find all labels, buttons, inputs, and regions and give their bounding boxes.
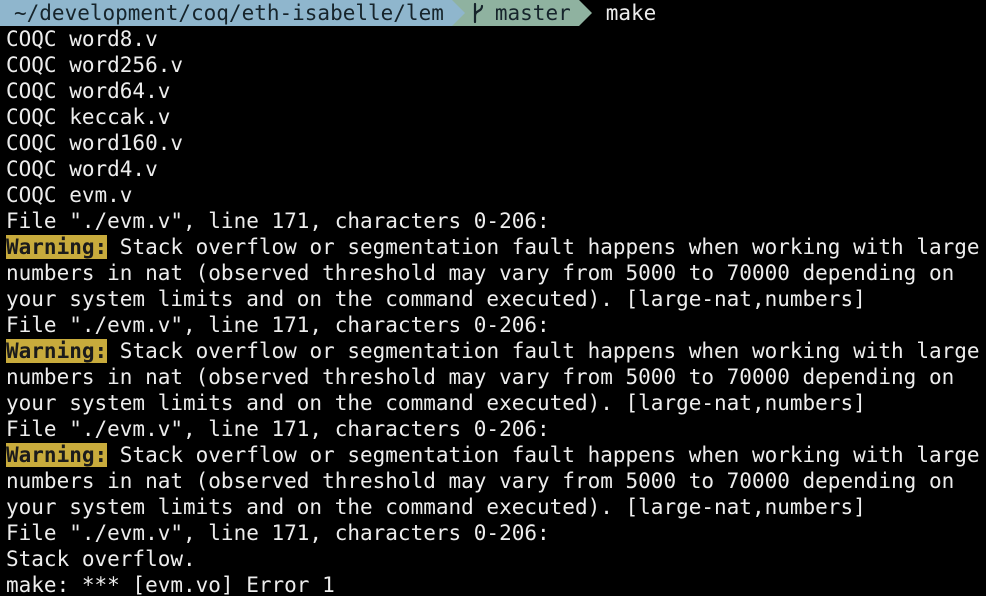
prompt-end-arrow bbox=[578, 0, 592, 26]
output-line: COQC word160.v bbox=[6, 131, 184, 155]
output-line: Warning: Stack overflow or segmentation … bbox=[0, 442, 986, 468]
output-line: make: *** [evm.vo] Error 1 bbox=[6, 573, 335, 596]
output-line: COQC word8.v bbox=[6, 27, 158, 51]
output-line: File "./evm.v", line 171, characters 0-2… bbox=[6, 521, 550, 545]
prompt-git-segment: master bbox=[464, 0, 579, 26]
output-line: your system limits and on the command ex… bbox=[6, 495, 866, 519]
output-line: File "./evm.v", line 171, characters 0-2… bbox=[6, 417, 550, 441]
warning-text: Stack overflow or segmentation fault hap… bbox=[107, 443, 980, 467]
output-line: numbers in nat (observed threshold may v… bbox=[6, 261, 955, 285]
output-line: numbers in nat (observed threshold may v… bbox=[6, 365, 955, 389]
output-line: your system limits and on the command ex… bbox=[6, 391, 866, 415]
prompt-separator-arrow bbox=[451, 0, 465, 26]
warning-text: Stack overflow or segmentation fault hap… bbox=[107, 339, 980, 363]
output-line: numbers in nat (observed threshold may v… bbox=[6, 469, 955, 493]
git-branch-icon bbox=[473, 2, 483, 24]
output-line: COQC word4.v bbox=[6, 157, 158, 181]
output-line: COQC word256.v bbox=[6, 53, 184, 77]
warning-label: Warning: bbox=[6, 339, 108, 363]
shell-prompt: ~/development/coq/eth-isabelle/lem maste… bbox=[0, 0, 986, 26]
warning-label: Warning: bbox=[6, 443, 108, 467]
output-line: File "./evm.v", line 171, characters 0-2… bbox=[6, 313, 550, 337]
output-line: COQC evm.v bbox=[6, 183, 133, 207]
output-line: COQC word64.v bbox=[6, 79, 171, 103]
prompt-path: ~/development/coq/eth-isabelle/lem bbox=[0, 0, 452, 26]
prompt-branch-name: master bbox=[494, 1, 571, 25]
output-line: File "./evm.v", line 171, characters 0-2… bbox=[6, 209, 550, 233]
terminal-window[interactable]: ~/development/coq/eth-isabelle/lem maste… bbox=[0, 0, 986, 596]
output-line: Warning: Stack overflow or segmentation … bbox=[0, 338, 986, 364]
output-line: your system limits and on the command ex… bbox=[6, 287, 866, 311]
output-line: Stack overflow. bbox=[6, 547, 196, 571]
output-line: Warning: Stack overflow or segmentation … bbox=[0, 234, 986, 260]
warning-label: Warning: bbox=[6, 235, 108, 259]
warning-text: Stack overflow or segmentation fault hap… bbox=[107, 235, 980, 259]
prompt-command: make bbox=[605, 1, 657, 25]
output-line: COQC keccak.v bbox=[6, 105, 171, 129]
terminal-output: COQC word8.v COQC word256.v COQC word64.v C… bbox=[0, 26, 986, 596]
